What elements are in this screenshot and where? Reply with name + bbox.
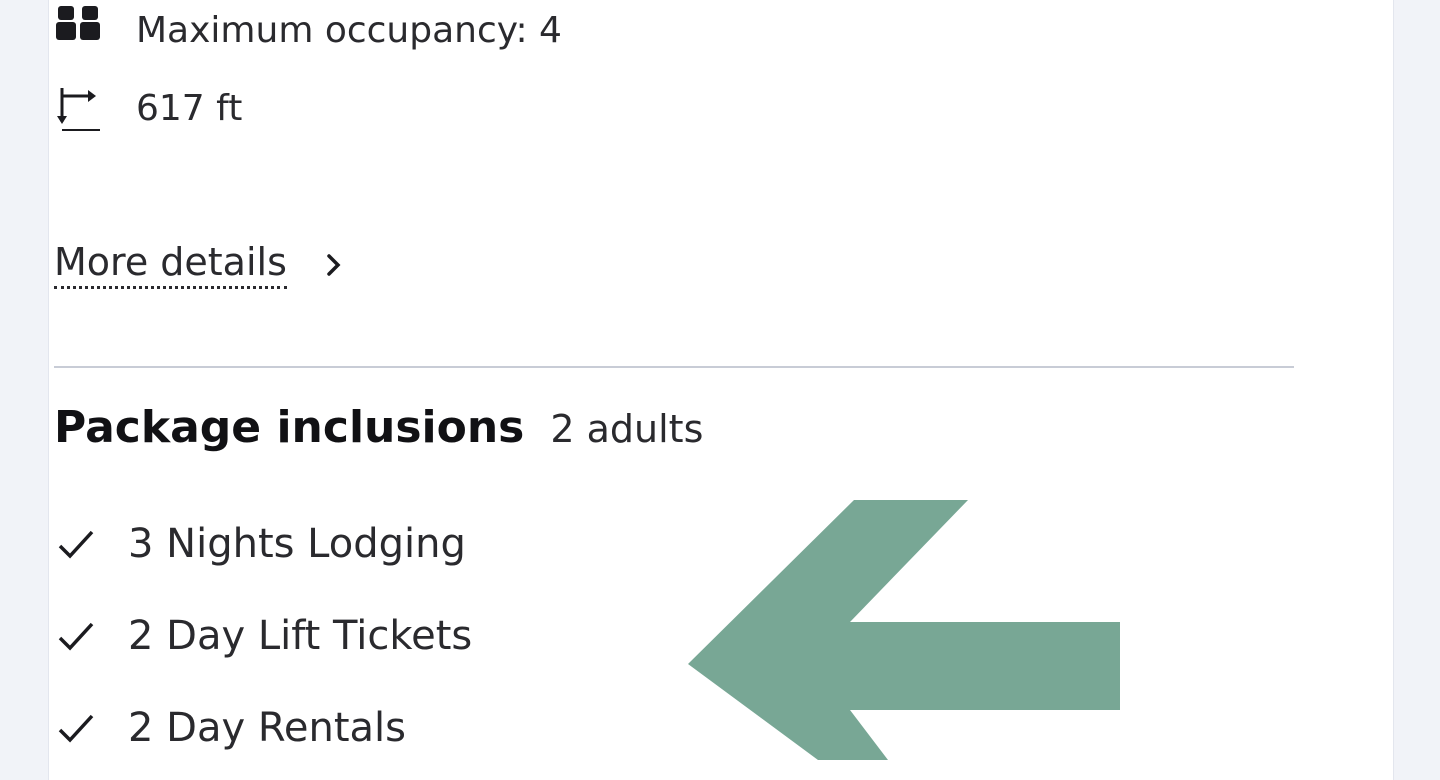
more-details-link[interactable]: More details [54,241,347,289]
check-icon [54,522,98,566]
list-item: 2 Day Rentals [54,682,472,774]
chevron-right-icon[interactable] [321,252,347,278]
arrow-left-icon [688,500,1120,760]
package-inclusions-header: Package inclusions 2 adults [54,402,703,453]
check-icon [54,706,98,750]
room-size-icon [54,84,102,132]
more-details-label[interactable]: More details [54,241,287,289]
occupancy-row: Maximum occupancy: 4 [54,6,562,54]
inclusion-label: 3 Nights Lodging [128,521,466,567]
inclusion-list: 3 Nights Lodging 2 Day Lift Tickets 2 Da… [54,498,472,774]
check-icon [54,614,98,658]
package-inclusions-title: Package inclusions [54,402,525,453]
room-size-row: 617 ft [54,84,242,132]
list-item: 2 Day Lift Tickets [54,590,472,682]
list-item: 3 Nights Lodging [54,498,472,590]
people-icon [54,6,102,54]
room-size-text: 617 ft [136,87,243,129]
section-divider [54,366,1294,368]
package-guests-label: 2 adults [550,407,704,451]
occupancy-text: Maximum occupancy: 4 [136,9,562,51]
inclusion-label: 2 Day Rentals [128,705,406,751]
inclusion-label: 2 Day Lift Tickets [128,613,473,659]
